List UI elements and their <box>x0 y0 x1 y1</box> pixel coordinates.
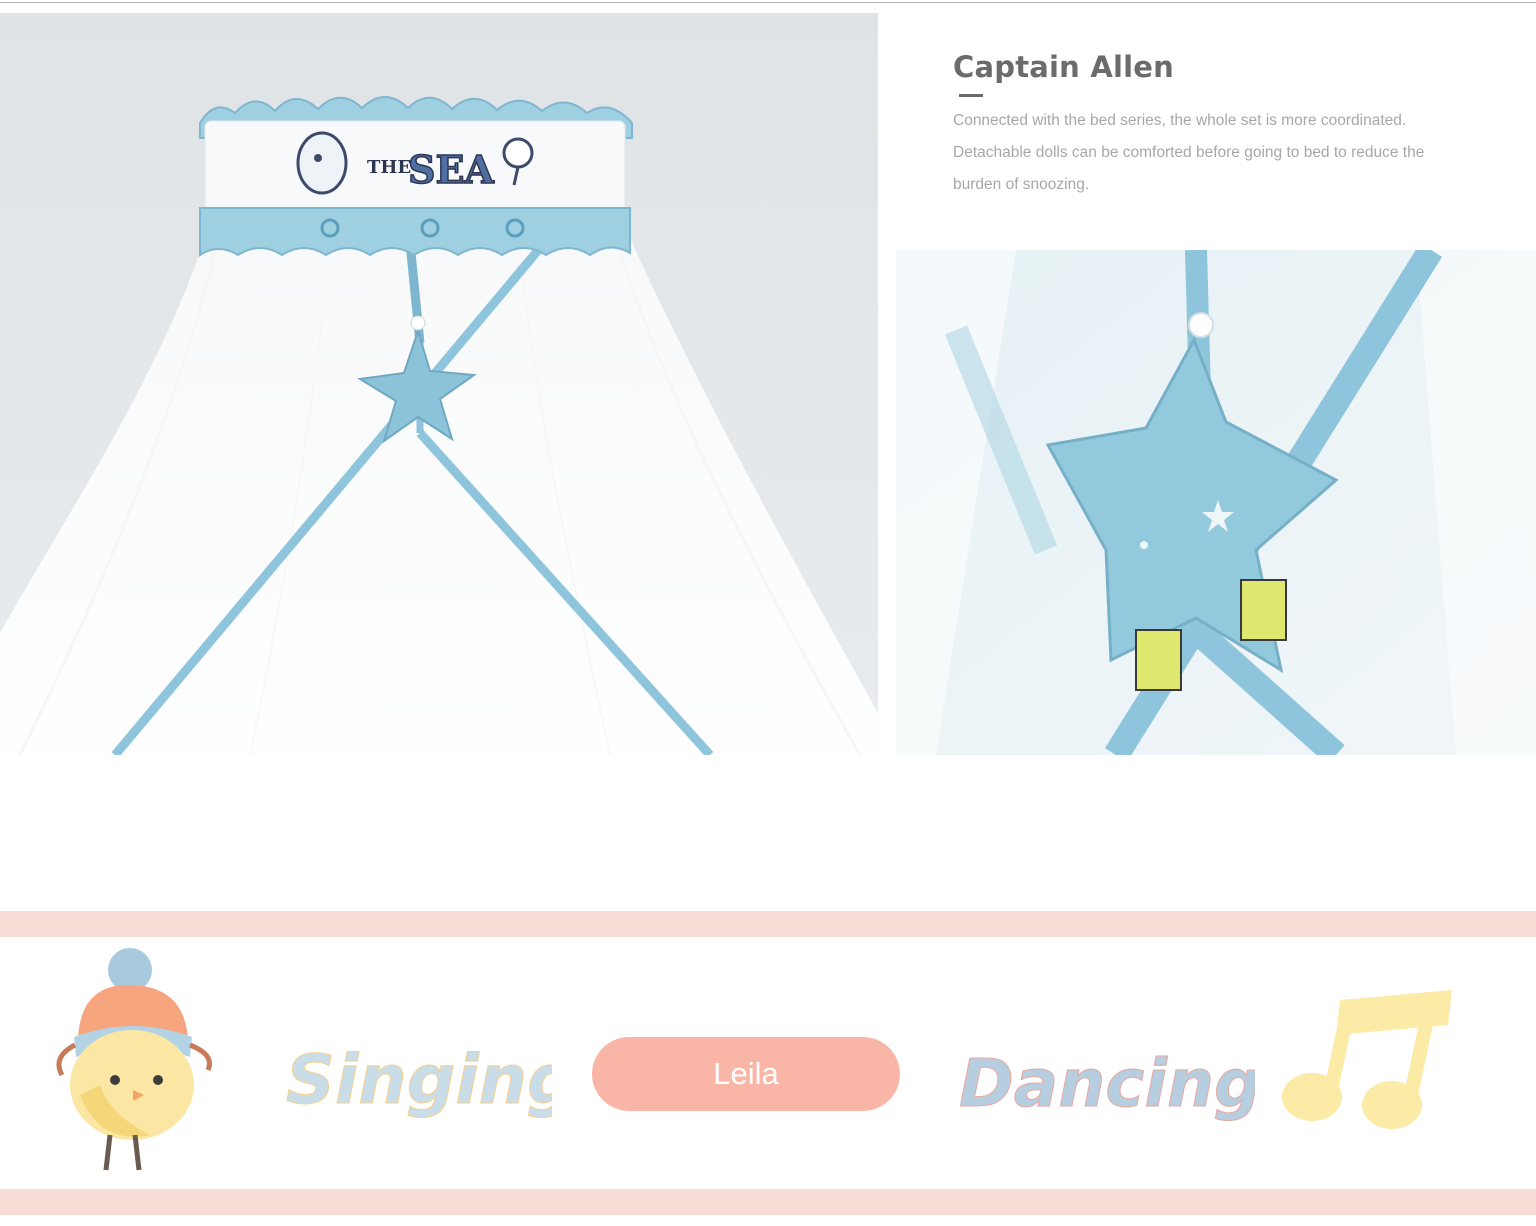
dancing-text: Dancing <box>959 1045 1255 1122</box>
chick-with-hat-icon <box>40 945 225 1180</box>
banner-top-band <box>0 911 1536 937</box>
music-note-icon <box>1280 985 1460 1140</box>
product-info: Captain Allen Connected with the bed ser… <box>953 50 1493 201</box>
star-doll-photo <box>896 250 1536 755</box>
title-underline <box>959 94 983 97</box>
product-description: Connected with the bed series, the whole… <box>953 112 1425 193</box>
top-divider <box>0 2 1536 3</box>
banner-bottom-band <box>0 1189 1536 1215</box>
singing-word: Singing <box>282 1015 577 1130</box>
singing-text: Singing <box>286 1041 552 1120</box>
canopy-photo: THE SEA <box>0 13 878 755</box>
product-title: Captain Allen <box>953 50 1174 84</box>
dancing-word: Dancing <box>955 1020 1262 1135</box>
name-badge: Leila <box>592 1037 900 1111</box>
band-the-text: THE <box>367 157 411 178</box>
band-sea-text: SEA <box>408 147 494 192</box>
